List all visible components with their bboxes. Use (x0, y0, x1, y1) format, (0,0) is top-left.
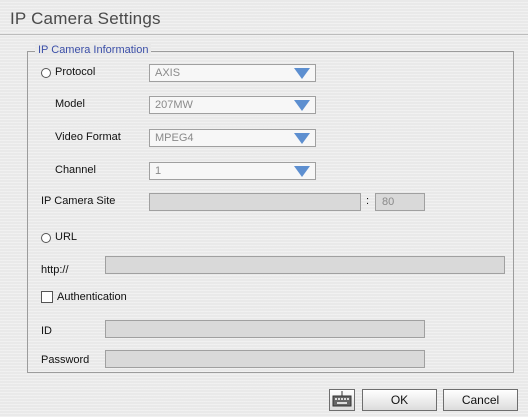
id-label: ID (41, 325, 52, 337)
model-select[interactable]: 207MW (149, 96, 316, 114)
port-value: 80 (382, 196, 395, 208)
channel-value: 1 (155, 165, 162, 177)
authentication-checkbox[interactable] (41, 291, 53, 303)
dropdown-arrow-icon (294, 166, 310, 177)
url-prefix-label: http:// (41, 264, 69, 276)
url-radio[interactable] (41, 233, 51, 243)
dropdown-arrow-icon (294, 100, 310, 111)
channel-label: Channel (55, 164, 96, 176)
url-label: URL (55, 231, 78, 243)
url-input[interactable] (105, 256, 505, 274)
dialog-title: IP Camera Settings (10, 9, 161, 28)
protocol-value: AXIS (155, 67, 181, 79)
authentication-label: Authentication (57, 291, 127, 303)
port-input[interactable]: 80 (375, 193, 425, 211)
dropdown-arrow-icon (294, 133, 310, 144)
keyboard-icon (332, 391, 352, 407)
protocol-select[interactable]: AXIS (149, 64, 316, 82)
model-value: 207MW (155, 99, 193, 111)
ip-camera-site-input[interactable] (149, 193, 361, 211)
ok-button[interactable]: OK (362, 389, 437, 411)
ip-camera-settings-dialog: IP Camera Settings IP Camera Information… (0, 0, 528, 417)
protocol-radio[interactable] (41, 68, 51, 78)
video-format-select[interactable]: MPEG4 (149, 129, 316, 147)
dropdown-arrow-icon (294, 68, 310, 79)
channel-select[interactable]: 1 (149, 162, 316, 180)
video-format-value: MPEG4 (155, 132, 194, 144)
keyboard-button[interactable] (329, 389, 355, 411)
ip-camera-site-label: IP Camera Site (41, 195, 116, 207)
password-input[interactable] (105, 350, 425, 368)
protocol-label: Protocol (55, 66, 96, 78)
video-format-label: Video Format (55, 131, 121, 143)
cancel-button[interactable]: Cancel (443, 389, 518, 411)
model-label: Model (55, 98, 85, 110)
title-divider (0, 34, 528, 35)
id-input[interactable] (105, 320, 425, 338)
group-legend: IP Camera Information (35, 44, 152, 56)
password-label: Password (41, 354, 90, 366)
port-separator: : (366, 195, 370, 207)
